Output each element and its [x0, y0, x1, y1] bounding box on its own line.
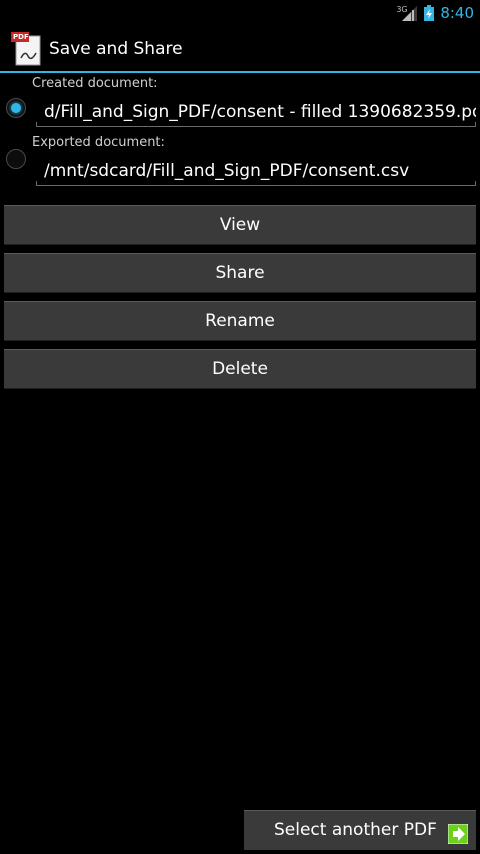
exported-document-path: /mnt/sdcard/Fill_and_Sign_PDF/consent.cs… — [44, 161, 410, 181]
exported-document-label: Exported document: — [32, 135, 165, 150]
exported-document-field[interactable]: /mnt/sdcard/Fill_and_Sign_PDF/consent.cs… — [36, 157, 476, 187]
field-tick-right — [475, 181, 476, 186]
status-bar: 3G 8:40 — [0, 0, 480, 25]
field-tick-right — [475, 122, 476, 127]
app-logo-text: PDF — [13, 33, 29, 41]
battery-charging-icon — [424, 4, 435, 21]
radio-selected-dot — [11, 103, 21, 113]
created-document-field[interactable]: d/Fill_and_Sign_PDF/consent - filled 139… — [36, 98, 476, 128]
field-underline — [36, 126, 476, 127]
select-another-pdf-button[interactable]: Select another PDF — [244, 810, 476, 850]
action-bar-divider — [0, 71, 480, 73]
field-underline — [36, 185, 476, 186]
created-document-radio[interactable] — [6, 98, 26, 118]
status-indicators: 3G 8:40 — [396, 0, 474, 25]
field-tick-left — [36, 181, 37, 186]
action-bar: PDF Save and Share — [0, 25, 480, 73]
network-type: 3G — [396, 4, 408, 14]
signal-icon: 3G — [396, 4, 418, 22]
arrow-right-icon — [447, 820, 469, 845]
select-another-pdf-label: Select another PDF — [274, 820, 437, 840]
page-title: Save and Share — [49, 39, 183, 59]
created-document-label: Created document: — [32, 76, 158, 91]
created-document-path: d/Fill_and_Sign_PDF/consent - filled 139… — [44, 102, 476, 122]
field-tick-left — [36, 122, 37, 127]
status-clock: 8:40 — [440, 3, 474, 22]
exported-document-radio[interactable] — [6, 149, 26, 169]
rename-button[interactable]: Rename — [4, 301, 476, 341]
delete-button[interactable]: Delete — [4, 349, 476, 389]
app-logo-icon[interactable]: PDF — [11, 32, 43, 66]
view-button[interactable]: View — [4, 205, 476, 245]
share-button[interactable]: Share — [4, 253, 476, 293]
